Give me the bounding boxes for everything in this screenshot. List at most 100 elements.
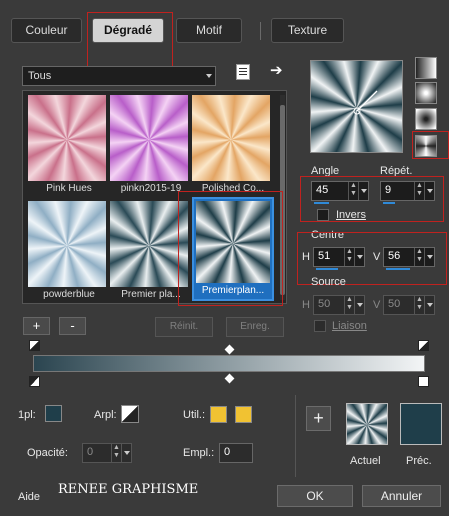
add-swatch-button[interactable]: + (306, 406, 331, 431)
link-label: Liaison (332, 320, 367, 332)
center-h-spinbox[interactable]: 51 ▲ ▼ (313, 247, 365, 270)
color-stop-bottom-right[interactable] (418, 376, 429, 387)
gallery-item-powderblue[interactable]: powderblue (28, 201, 106, 300)
rectangular-style-button[interactable] (415, 82, 437, 104)
center-v-slider[interactable] (386, 268, 410, 270)
gallery-item-polished[interactable]: Polished Co... (192, 95, 270, 194)
repeat-value: 9 (385, 184, 392, 196)
current-gradient-swatch (346, 403, 388, 445)
angle-spinbox[interactable]: 45 ▲ ▼ (311, 181, 369, 204)
gallery-item-label: powderblue (43, 289, 95, 300)
color-stop-top-right[interactable] (418, 340, 429, 351)
gradient-thumb (196, 201, 270, 283)
spinner-arrows-icon[interactable]: ▲ ▼ (111, 444, 121, 462)
category-dropdown-value: Tous (28, 70, 52, 82)
chevron-down-icon[interactable] (424, 182, 434, 200)
chevron-down-icon[interactable] (354, 248, 364, 266)
spinner-arrows-icon[interactable]: ▲ ▼ (344, 248, 354, 266)
spinner-arrows-icon[interactable]: ▲ ▼ (348, 182, 358, 200)
opacity-value: 0 (87, 446, 94, 458)
help-link[interactable]: Aide (18, 491, 40, 503)
empl-input[interactable]: 0 (219, 443, 253, 463)
gallery-item-label: Pink Hues (46, 183, 92, 194)
center-h-label: H (302, 251, 310, 263)
tab-degrade[interactable]: Dégradé (92, 18, 164, 43)
sunburst-style-button[interactable] (415, 108, 437, 130)
gradient-thumb (28, 201, 106, 287)
remove-gradient-button[interactable]: - (59, 317, 86, 335)
center-v-value: 56 (388, 250, 401, 262)
link-checkbox[interactable] (314, 320, 326, 332)
arpl-label: Arpl: (94, 409, 117, 421)
tab-couleur[interactable]: Couleur (11, 18, 82, 43)
angle-value: 45 (316, 184, 329, 196)
center-v-label: V (373, 251, 381, 263)
spinner-arrows-icon[interactable]: ▲ ▼ (414, 296, 424, 314)
tab-motif[interactable]: Motif (176, 18, 242, 43)
lower-divider (295, 395, 296, 477)
gradient-preview[interactable] (310, 60, 403, 153)
arpl-color-swatch[interactable] (121, 405, 139, 423)
angle-label: Angle (311, 165, 340, 177)
midpoint-top[interactable] (224, 344, 235, 355)
invert-label: Invers (336, 209, 366, 221)
center-label: Centre (311, 229, 345, 241)
gallery-item-premierplan-selected[interactable]: Premierplan... (192, 197, 274, 301)
util-color-swatch-1[interactable] (210, 406, 227, 423)
gradient-gallery: Pink Hues pinkn2015-19 Polished Co... po… (22, 90, 287, 304)
spinner-arrows-icon[interactable]: ▲ ▼ (414, 182, 424, 200)
gallery-scrollbar[interactable] (280, 95, 285, 300)
angle-slider[interactable] (314, 202, 329, 204)
opacity-label: Opacité: (27, 447, 68, 459)
chevron-down-icon[interactable] (121, 444, 131, 462)
p1-label: 1pl: (18, 409, 36, 421)
scrollbar-thumb[interactable] (280, 105, 285, 295)
center-h-slider[interactable] (316, 268, 338, 270)
chevron-down-icon[interactable] (424, 248, 434, 266)
chevron-down-icon[interactable] (358, 182, 368, 200)
gallery-item-pinkn2015[interactable]: pinkn2015-19 (110, 95, 188, 194)
center-h-value: 51 (318, 250, 331, 262)
color-stop-top-left[interactable] (29, 340, 40, 351)
invert-checkbox[interactable] (317, 209, 329, 221)
reset-button[interactable]: Réinit. (155, 317, 213, 337)
spinner-arrows-icon[interactable]: ▲ ▼ (414, 248, 424, 266)
save-button[interactable]: Enreg. (226, 317, 284, 337)
midpoint-bottom[interactable] (224, 373, 235, 384)
source-v-spinbox[interactable]: 50 ▲ ▼ (383, 295, 435, 315)
repeat-slider[interactable] (383, 202, 395, 204)
chevron-down-icon[interactable] (354, 296, 364, 314)
angle-handle[interactable] (311, 61, 404, 154)
watermark-text: RENEE GRAPHISME (58, 482, 199, 497)
tab-texture[interactable]: Texture (271, 18, 344, 43)
source-h-spinbox[interactable]: 50 ▲ ▼ (313, 295, 365, 315)
tab-separator (260, 22, 261, 40)
cancel-button[interactable]: Annuler (362, 485, 441, 507)
ok-button[interactable]: OK (277, 485, 353, 507)
gallery-item-label: Polished Co... (201, 183, 265, 194)
p1-color-swatch[interactable] (45, 405, 62, 422)
empl-value: 0 (224, 446, 231, 458)
linear-style-button[interactable] (415, 57, 437, 79)
center-v-spinbox[interactable]: 56 ▲ ▼ (383, 247, 435, 270)
previous-gradient-swatch[interactable] (400, 403, 442, 445)
chevron-down-icon[interactable] (424, 296, 434, 314)
util-color-swatch-2[interactable] (235, 406, 252, 423)
add-gradient-button[interactable]: + (23, 317, 50, 335)
source-h-value: 50 (318, 298, 331, 310)
spinner-arrows-icon[interactable]: ▲ ▼ (344, 296, 354, 314)
category-dropdown[interactable]: Tous (22, 66, 216, 86)
repeat-spinbox[interactable]: 9 ▲ ▼ (380, 181, 435, 204)
current-label: Actuel (350, 455, 381, 467)
gallery-item-premier-pla[interactable]: Premier pla... (110, 201, 188, 300)
gradient-thumb (192, 95, 270, 181)
gallery-item-pink-hues[interactable]: Pink Hues (28, 95, 106, 194)
file-list-icon[interactable] (236, 64, 250, 80)
radial-style-button[interactable] (415, 135, 437, 157)
gradient-bar[interactable] (33, 355, 425, 372)
source-h-label: H (302, 299, 310, 311)
arrow-right-icon[interactable]: ➔ (270, 63, 286, 79)
color-stop-bottom-left[interactable] (29, 376, 40, 387)
source-v-label: V (373, 299, 381, 311)
opacity-spinbox[interactable]: 0 ▲ ▼ (82, 443, 132, 463)
